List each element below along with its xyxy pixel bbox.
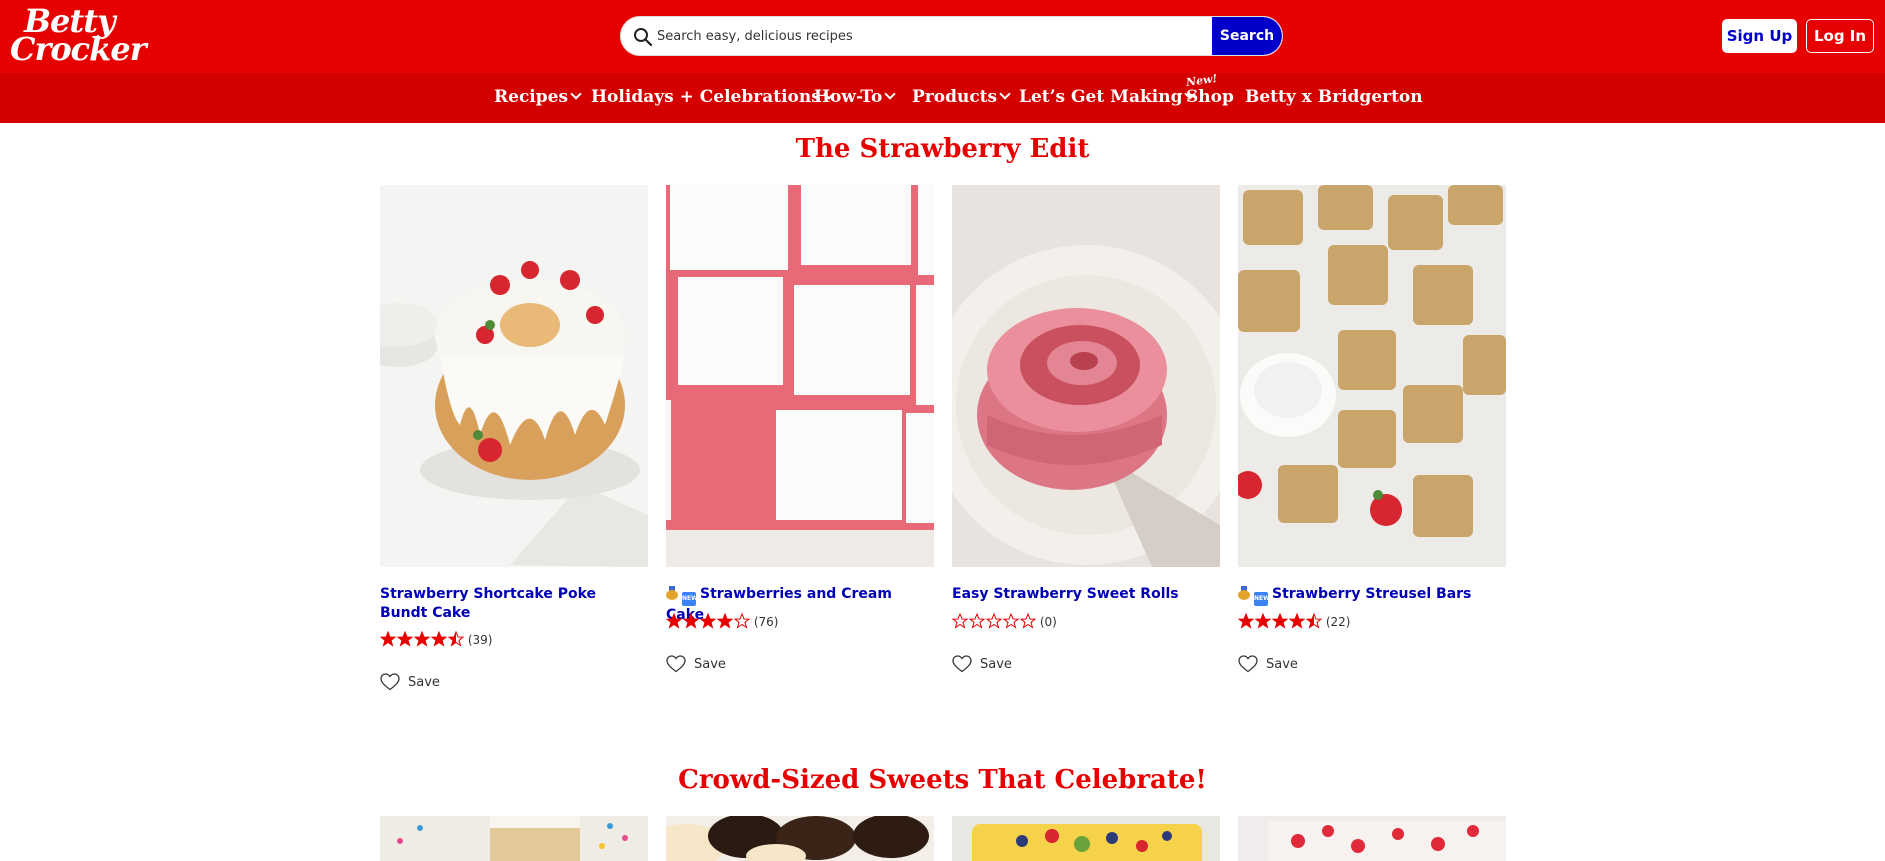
stars-icon [951, 612, 1037, 629]
rating-count: (76) [753, 615, 779, 629]
save-button[interactable]: Save [666, 655, 726, 675]
save-button[interactable]: Save [380, 673, 440, 693]
nav-item-lets-get-making[interactable]: Let’s Get Making [1019, 87, 1197, 107]
nav-item-recipes[interactable]: Recipes [494, 87, 582, 107]
nav-item-shop[interactable]: Shop [1186, 87, 1234, 107]
main-nav: Recipes Holidays + Celebrations How-To P… [0, 73, 1885, 123]
recipe-image[interactable] [666, 185, 934, 567]
recipe-image[interactable] [1238, 185, 1506, 567]
heart-icon [666, 655, 686, 673]
section-title: The Strawberry Edit [795, 134, 1090, 164]
sign-up-button[interactable]: Sign Up [1722, 19, 1797, 53]
recipe-title-text: Easy Strawberry Sweet Rolls [952, 586, 1179, 602]
recipe-image[interactable] [380, 185, 648, 567]
nav-item-products[interactable]: Products [912, 87, 1011, 107]
star-rating: (0) [951, 612, 1057, 631]
logo-line-2: Crocker [10, 30, 147, 68]
badges: NEW [1238, 585, 1272, 606]
heart-icon [380, 673, 400, 691]
nav-label: Products [912, 87, 998, 107]
save-label: Save [408, 675, 440, 690]
new-icon: NEW [682, 592, 698, 606]
nav-item-holidays[interactable]: Holidays + Celebrations [591, 87, 835, 107]
save-label: Save [694, 657, 726, 672]
nav-label: Shop [1186, 87, 1234, 107]
search-bar: Search [620, 16, 1283, 56]
search-input[interactable] [657, 17, 1227, 55]
rating-count: (39) [467, 633, 493, 647]
log-in-button[interactable]: Log In [1806, 19, 1874, 53]
recipe-image[interactable] [666, 816, 934, 861]
star-rating: (39) [379, 630, 493, 649]
recipe-image[interactable] [1238, 816, 1506, 861]
nav-label: Betty x Bridgerton [1245, 87, 1423, 107]
recipe-title[interactable]: Strawberry Shortcake Poke Bundt Cake [380, 585, 648, 623]
recipe-title-text: Strawberry Shortcake Poke Bundt Cake [380, 586, 597, 621]
recipe-title[interactable]: NEW Strawberry Streusel Bars [1238, 585, 1506, 606]
recipe-title-text: Strawberry Streusel Bars [1272, 586, 1472, 602]
badges: NEW [666, 585, 700, 606]
betty-crocker-logo[interactable]: Betty Crocker [10, 5, 147, 66]
rating-count: (22) [1325, 615, 1351, 629]
nav-label: Holidays + Celebrations [591, 87, 821, 107]
nav-item-betty-x-bridgerton[interactable]: Betty x Bridgerton [1245, 87, 1423, 107]
recipe-title[interactable]: Easy Strawberry Sweet Rolls [952, 585, 1220, 604]
top-header: Betty Crocker Search Sign Up Log In [0, 0, 1885, 73]
save-label: Save [1266, 657, 1298, 672]
section-title: Crowd-Sized Sweets That Celebrate! [678, 765, 1207, 795]
rating-count: (0) [1039, 615, 1057, 629]
recipe-image[interactable] [952, 185, 1220, 567]
recipe-image[interactable] [380, 816, 648, 861]
nav-label: Recipes [494, 87, 569, 107]
chevron-down-icon [884, 88, 896, 100]
heart-icon [1238, 655, 1258, 673]
nav-item-how-to[interactable]: How-To [814, 87, 896, 107]
search-icon [634, 28, 653, 47]
star-rating: (22) [1237, 612, 1351, 631]
stars-icon [1237, 612, 1323, 629]
heart-icon [952, 655, 972, 673]
medal-icon [666, 586, 678, 600]
save-label: Save [980, 657, 1012, 672]
chevron-down-icon [999, 88, 1011, 100]
save-button[interactable]: Save [1238, 655, 1298, 675]
nav-label: How-To [814, 87, 883, 107]
chevron-down-icon [570, 88, 582, 100]
stars-icon [379, 630, 465, 647]
nav-label: Let’s Get Making [1019, 87, 1183, 107]
recipe-image[interactable] [952, 816, 1220, 861]
save-button[interactable]: Save [952, 655, 1012, 675]
stars-icon [665, 612, 751, 629]
search-button[interactable]: Search [1212, 17, 1282, 55]
medal-icon [1238, 586, 1250, 600]
new-icon: NEW [1254, 592, 1270, 606]
star-rating: (76) [665, 612, 779, 631]
